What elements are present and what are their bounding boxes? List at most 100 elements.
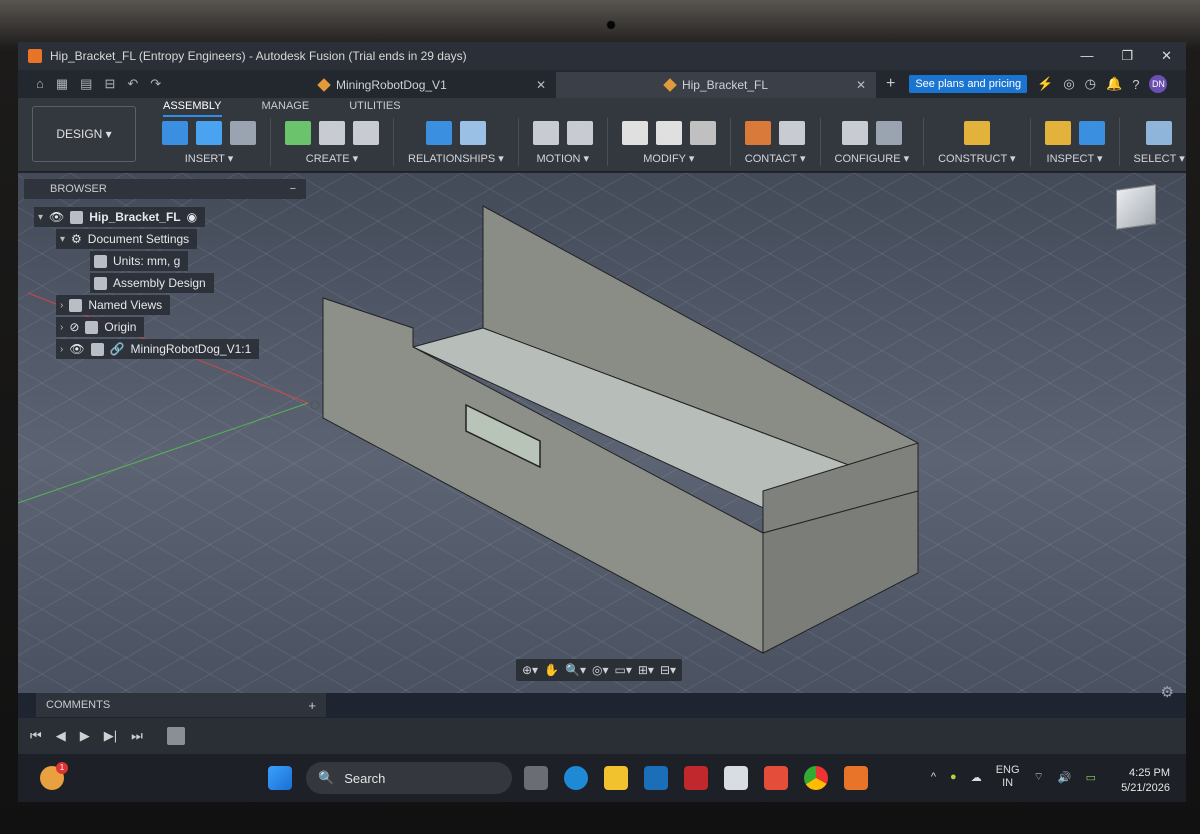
tool-icon[interactable] — [875, 121, 902, 145]
minimize-button[interactable]: — — [1080, 48, 1093, 64]
eye-icon[interactable]: 👁 — [49, 210, 64, 224]
collapse-browser-button[interactable]: − — [290, 183, 296, 195]
tool-icon[interactable] — [319, 121, 345, 145]
tool-icon[interactable] — [745, 121, 772, 145]
radio-icon[interactable]: ◉ — [187, 210, 197, 224]
browser-node-origin[interactable]: › ⊘ Origin — [56, 317, 145, 337]
timeline-forward-icon[interactable]: ▶| — [104, 728, 117, 744]
mcafee-icon[interactable] — [684, 766, 708, 790]
tool-icon[interactable] — [1146, 121, 1173, 145]
tool-icon[interactable] — [655, 121, 682, 145]
fit-icon[interactable]: ◎▾ — [592, 663, 609, 677]
canvas-viewport[interactable]: BROWSER − ▾ 👁 Hip_Bracket_FL ◉ ▾ ⚙ Docum… — [18, 173, 1186, 693]
comments-panel[interactable]: COMMENTS + — [36, 693, 326, 717]
ribbon-group-label[interactable]: CONTACT ▾ — [745, 152, 806, 165]
ribbon-group-label[interactable]: CREATE ▾ — [306, 152, 358, 165]
timeline-play-icon[interactable]: ▶ — [80, 728, 90, 744]
onedrive-icon[interactable]: ☁ — [971, 771, 982, 784]
timeline-feature-icon[interactable] — [166, 727, 185, 745]
display-settings-icon[interactable]: ▭▾ — [615, 663, 632, 677]
new-tab-button[interactable]: + — [886, 75, 895, 93]
language-indicator[interactable]: ENG IN — [996, 764, 1020, 790]
file-icon[interactable]: ▤ — [80, 76, 92, 92]
expand-arrow-icon[interactable]: ▾ — [38, 212, 43, 223]
help-icon[interactable]: ? — [1132, 77, 1139, 92]
grid-icon[interactable]: ▦ — [56, 76, 68, 92]
ribbon-group-label[interactable]: MOTION ▾ — [537, 152, 590, 165]
tool-icon[interactable] — [689, 121, 716, 145]
ribbon-group-label[interactable]: CONSTRUCT ▾ — [938, 152, 1015, 165]
expand-arrow-icon[interactable]: › — [60, 322, 63, 333]
ribbon-group-label[interactable]: RELATIONSHIPS ▾ — [408, 152, 504, 165]
browser-node-assembly-design[interactable]: Assembly Design — [90, 273, 214, 293]
expand-arrow-icon[interactable]: › — [60, 300, 63, 311]
avatar[interactable]: DN — [1149, 75, 1168, 93]
start-icon[interactable] — [268, 766, 292, 790]
close-tab-icon[interactable]: ✕ — [856, 78, 866, 92]
battery-icon[interactable]: ▭ — [1086, 771, 1096, 784]
tool-icon[interactable] — [566, 121, 593, 145]
restore-button[interactable]: ❐ — [1121, 48, 1133, 64]
zoom-icon[interactable]: 🔍▾ — [565, 663, 586, 677]
ribbon-group-label[interactable]: INSPECT ▾ — [1047, 152, 1103, 165]
browser-node-document-settings[interactable]: ▾ ⚙ Document Settings — [56, 229, 198, 249]
notifications-icon[interactable]: 🔔 — [1106, 76, 1122, 92]
settings-gear-icon[interactable]: ⚙ — [1161, 683, 1174, 701]
taskbar-search[interactable]: 🔍 Search — [306, 762, 512, 794]
expand-arrow-icon[interactable]: ▾ — [60, 234, 65, 245]
dell-icon[interactable] — [644, 766, 668, 790]
ribbon-group-label[interactable]: CONFIGURE ▾ — [835, 152, 910, 165]
grid-settings-icon[interactable]: ⊞▾ — [638, 663, 654, 677]
tool-icon[interactable] — [1044, 121, 1071, 145]
save-icon[interactable]: ⊟ — [104, 76, 115, 92]
close-button[interactable]: ✕ — [1161, 48, 1172, 64]
expand-arrow-icon[interactable]: › — [60, 344, 63, 355]
extensions-icon[interactable]: ⚡ — [1037, 76, 1053, 92]
workspace-switcher[interactable]: DESIGN ▾ — [32, 106, 136, 162]
undo-icon[interactable]: ↶ — [127, 76, 138, 92]
viewcube[interactable] — [1116, 184, 1156, 230]
task-view-icon[interactable] — [524, 766, 548, 790]
ribbon-group-label[interactable]: INSERT ▾ — [185, 152, 234, 165]
browser-node-linked-component[interactable]: › 👁 🔗 MiningRobotDog_V1:1 — [56, 339, 260, 359]
pan-icon[interactable]: ✋ — [544, 663, 559, 677]
orbit-icon[interactable]: ⊕▾ — [522, 663, 538, 677]
tool-icon[interactable] — [230, 121, 256, 145]
tool-icon[interactable] — [162, 121, 188, 145]
tool-icon[interactable] — [459, 121, 486, 145]
tab-manage[interactable]: MANAGE — [262, 100, 310, 117]
browser-node-units[interactable]: Units: mm, g — [90, 251, 189, 271]
tab-hip-bracket[interactable]: Hip_Bracket_FL ✕ — [556, 72, 876, 98]
eye-icon[interactable]: 👁 — [69, 342, 84, 356]
app-icon[interactable] — [764, 766, 788, 790]
tool-icon[interactable] — [425, 121, 452, 145]
browser-node-named-views[interactable]: › Named Views — [56, 295, 171, 315]
timeline-end-icon[interactable]: ⏭ — [131, 728, 143, 744]
volume-icon[interactable]: 🔊 — [1058, 771, 1072, 784]
fusion-taskbar-icon[interactable] — [844, 766, 868, 790]
tool-icon[interactable] — [532, 121, 559, 145]
edge-icon[interactable] — [564, 766, 588, 790]
close-tab-icon[interactable]: ✕ — [536, 78, 546, 92]
tool-icon[interactable] — [285, 121, 311, 145]
tab-utilities[interactable]: UTILITIES — [349, 100, 400, 117]
eye-hidden-icon[interactable]: ⊘ — [69, 320, 79, 334]
add-comment-button[interactable]: + — [308, 698, 316, 713]
timeline-back-icon[interactable]: ◀ — [56, 728, 66, 744]
viewports-icon[interactable]: ⊟▾ — [660, 663, 676, 677]
browser-node-root[interactable]: ▾ 👁 Hip_Bracket_FL ◉ — [34, 207, 206, 227]
home-icon[interactable]: ⌂ — [36, 76, 44, 92]
clock[interactable]: 4:25 PM 5/21/2026 — [1121, 766, 1170, 796]
tool-icon[interactable] — [963, 121, 990, 145]
tool-icon[interactable] — [353, 121, 379, 145]
chrome-icon[interactable] — [804, 766, 828, 790]
plans-pricing-button[interactable]: See plans and pricing — [909, 75, 1028, 93]
redo-icon[interactable]: ↷ — [150, 76, 161, 92]
browser-header[interactable]: BROWSER − — [24, 179, 306, 199]
tool-icon[interactable] — [779, 121, 806, 145]
tool-icon[interactable] — [196, 121, 222, 145]
wifi-icon[interactable]: ⌔ — [1034, 770, 1044, 784]
ribbon-group-label[interactable]: SELECT ▾ — [1134, 152, 1185, 165]
tool-icon[interactable] — [1078, 121, 1105, 145]
tab-miningrobotdog[interactable]: MiningRobotDog_V1 ✕ — [306, 72, 556, 98]
